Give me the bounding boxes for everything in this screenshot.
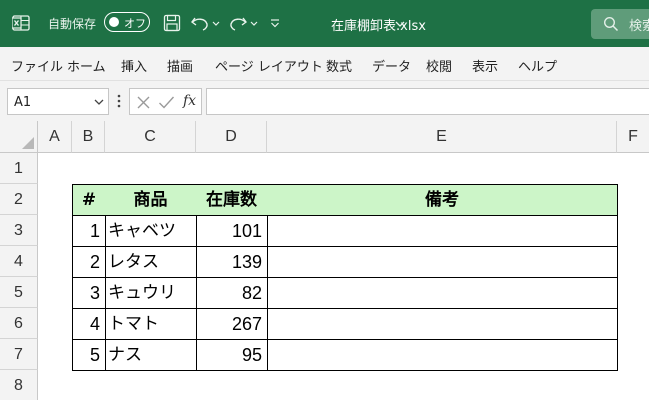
worksheet-grid: A B C D E F 1 2 3 4 5 6 7 8 # 商品 在庫数 備考 … [0, 121, 649, 400]
tab-file[interactable]: ファイル [11, 56, 63, 75]
autosave-state: オフ [124, 17, 146, 30]
row-header-1[interactable]: 1 [0, 153, 38, 184]
title-bar: 自動保存 オフ 在庫棚卸表.xlsx 検索 [0, 0, 649, 47]
tab-review[interactable]: 校閲 [426, 56, 452, 75]
row-header-7[interactable]: 7 [0, 339, 38, 370]
header-cell-note[interactable]: 備考 [267, 184, 618, 216]
column-header-c[interactable]: C [105, 121, 196, 153]
formula-buttons: fx [129, 88, 202, 115]
document-title[interactable]: 在庫棚卸表.xlsx [331, 15, 426, 34]
inventory-table: # 商品 在庫数 備考 1 キャベツ 101 2 レタス 139 3 キュウリ … [38, 153, 649, 400]
search-placeholder: 検索 [629, 19, 649, 34]
row-header-3[interactable]: 3 [0, 215, 38, 246]
cell-no[interactable]: 4 [72, 309, 106, 340]
formula-bar: A1 fx [0, 81, 649, 121]
tab-home[interactable]: ホーム [67, 56, 106, 75]
cell-item[interactable]: トマト [105, 309, 197, 340]
column-header-a[interactable]: A [38, 121, 72, 153]
cell-item[interactable]: ナス [105, 340, 197, 371]
cell-qty[interactable]: 267 [196, 309, 268, 340]
column-header-f[interactable]: F [617, 121, 649, 153]
cell-item[interactable]: キュウリ [105, 278, 197, 309]
chevron-down-icon[interactable] [394, 14, 406, 36]
column-header-e[interactable]: E [267, 121, 617, 153]
tab-draw[interactable]: 描画 [167, 56, 193, 75]
cancel-icon[interactable] [136, 95, 151, 110]
tab-data[interactable]: データ [372, 56, 411, 75]
row-header-8[interactable]: 8 [0, 370, 38, 400]
cell-no[interactable]: 2 [72, 247, 106, 278]
name-box-value: A1 [14, 95, 32, 110]
column-header-b[interactable]: B [72, 121, 105, 153]
cell-note[interactable] [267, 247, 618, 278]
header-cell-item[interactable]: 商品 [105, 184, 197, 216]
search-box[interactable]: 検索 [591, 9, 649, 39]
cell-qty[interactable]: 101 [196, 216, 268, 247]
excel-logo-icon [12, 15, 30, 31]
insert-function-button[interactable]: fx [183, 93, 196, 109]
autosave-toggle[interactable]: オフ [104, 12, 150, 32]
toggle-knob [109, 16, 119, 27]
enter-icon[interactable] [158, 95, 175, 110]
cell-qty[interactable]: 139 [196, 247, 268, 278]
header-cell-no[interactable]: # [72, 184, 106, 216]
tab-view[interactable]: 表示 [472, 56, 498, 75]
row-header-6[interactable]: 6 [0, 308, 38, 339]
tab-page-layout[interactable]: ページ レイアウト [215, 56, 323, 75]
column-header-d[interactable]: D [196, 121, 267, 153]
tab-help[interactable]: ヘルプ [518, 56, 557, 75]
customize-toolbar-icon[interactable] [269, 12, 281, 34]
cell-no[interactable]: 1 [72, 216, 106, 247]
formula-input[interactable] [206, 88, 649, 115]
tab-formulas[interactable]: 数式 [326, 56, 352, 75]
cell-item[interactable]: レタス [105, 247, 197, 278]
row-header-4[interactable]: 4 [0, 246, 38, 277]
undo-dropdown-icon[interactable] [211, 12, 221, 34]
cell-qty[interactable]: 95 [196, 340, 268, 371]
select-all-button[interactable] [0, 121, 38, 153]
cell-note[interactable] [267, 278, 618, 309]
row-header-5[interactable]: 5 [0, 277, 38, 308]
redo-dropdown-icon[interactable] [249, 12, 259, 34]
tab-insert[interactable]: 挿入 [121, 56, 147, 75]
chevron-down-icon[interactable] [93, 97, 105, 107]
redo-icon[interactable] [228, 12, 248, 34]
header-cell-qty[interactable]: 在庫数 [196, 184, 268, 216]
search-icon [603, 16, 619, 32]
cell-note[interactable] [267, 340, 618, 371]
cell-qty[interactable]: 82 [196, 278, 268, 309]
cell-item[interactable]: キャベツ [105, 216, 197, 247]
cell-note[interactable] [267, 309, 618, 340]
name-box[interactable]: A1 [7, 88, 109, 115]
more-options-icon[interactable] [116, 93, 122, 109]
row-header-2[interactable]: 2 [0, 184, 38, 215]
cell-note[interactable] [267, 216, 618, 247]
save-icon[interactable] [163, 12, 181, 34]
cell-no[interactable]: 5 [72, 340, 106, 371]
cell-no[interactable]: 3 [72, 278, 106, 309]
autosave-label: 自動保存 [48, 17, 97, 31]
select-all-triangle-icon [22, 137, 34, 149]
undo-icon[interactable] [190, 12, 210, 34]
ribbon-tabs: ファイル ホーム 挿入 描画 ページ レイアウト 数式 データ 校閲 表示 ヘル… [0, 47, 649, 81]
